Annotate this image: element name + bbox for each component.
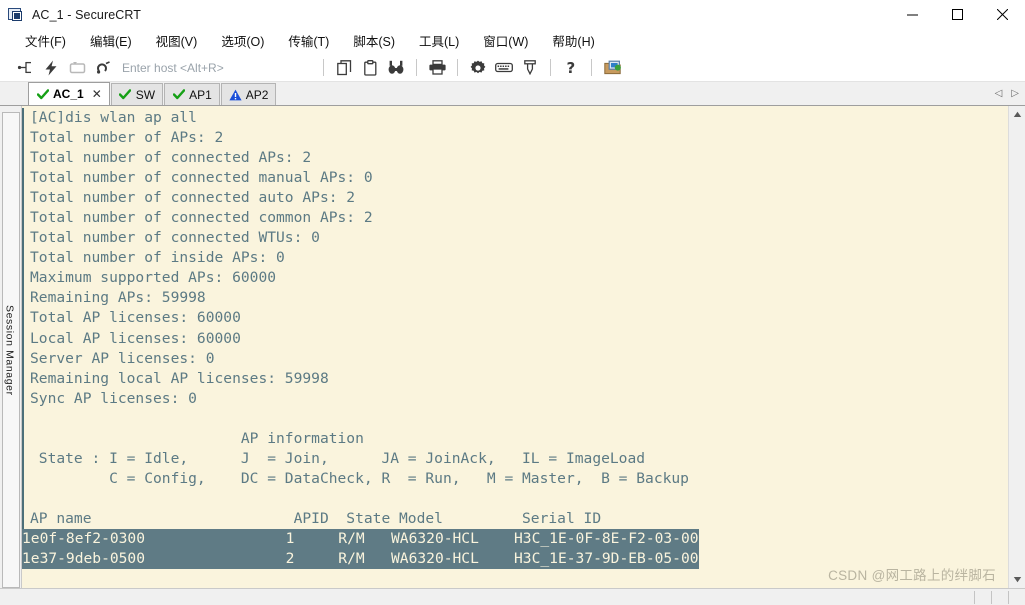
tab-label: SW: [135, 87, 156, 102]
terminal-line: State : I = Idle, J = Join, JA = JoinAck…: [22, 448, 1008, 469]
check-icon: [172, 89, 185, 101]
quick-connect-icon[interactable]: [38, 55, 64, 81]
main-area: Session Manager [AC]dis wlan ap all Total…: [0, 106, 1025, 588]
terminal-line: Total AP licenses: 60000: [22, 308, 1008, 329]
menu-item-options[interactable]: 选项(O): [212, 32, 273, 52]
host-input[interactable]: Enter host <Alt+R>: [122, 58, 312, 78]
terminal-line: Local AP licenses: 60000: [22, 328, 1008, 349]
status-cell-1: [0, 589, 16, 605]
tab-bar: AC_1 ✕ SW AP1 AP2 ◁ ▷: [0, 82, 1025, 106]
tab-scroll-controls: ◁ ▷: [995, 83, 1025, 105]
menu-item-window[interactable]: 窗口(W): [474, 32, 537, 52]
toolbar-divider-2: [416, 59, 417, 76]
status-cell-4: [1009, 589, 1025, 605]
window-controls: [890, 0, 1025, 30]
session-manager-rail: Session Manager: [0, 106, 22, 588]
terminal-line: Total number of connected APs: 2: [22, 148, 1008, 169]
close-icon[interactable]: ✕: [92, 88, 102, 100]
menu-bar: 文件(F) 编辑(E) 视图(V) 选项(O) 传输(T) 脚本(S) 工具(L…: [0, 30, 1025, 54]
menu-item-script[interactable]: 脚本(S): [344, 32, 404, 52]
print-icon[interactable]: [424, 55, 450, 81]
session-manager-icon[interactable]: [599, 55, 625, 81]
toolbar-divider-4: [550, 59, 551, 76]
menu-item-file[interactable]: 文件(F): [16, 32, 75, 52]
terminal-line: Total number of inside APs: 0: [22, 248, 1008, 269]
terminal-line: Maximum supported APs: 60000: [22, 268, 1008, 289]
status-bar: [0, 588, 1025, 605]
terminal-table-header: AP name APID State Model Serial ID: [22, 508, 1008, 530]
menu-item-transfer[interactable]: 传输(T): [279, 32, 338, 52]
tab-ap2[interactable]: AP2: [220, 83, 277, 105]
terminal-line: AP information: [22, 428, 1008, 449]
terminal-line: Total number of connected common APs: 2: [22, 208, 1008, 229]
scroll-up-icon[interactable]: [1009, 106, 1025, 123]
menu-item-edit[interactable]: 编辑(E): [81, 32, 141, 52]
toolbar-divider-3: [457, 59, 458, 76]
securecrt-app-icon: [8, 7, 24, 23]
help-icon[interactable]: ?: [558, 55, 584, 81]
terminal-line: C = Config, DC = DataCheck, R = Run, M =…: [22, 468, 1008, 489]
check-icon: [119, 89, 132, 101]
tab-scroll-left-icon[interactable]: ◁: [995, 89, 1003, 99]
toolbar-divider-1: [323, 59, 324, 76]
terminal-output[interactable]: [AC]dis wlan ap all Total number of APs: …: [22, 106, 1008, 588]
warning-triangle-icon: [229, 89, 242, 101]
watermark: CSDN @网工路上的绊脚石: [828, 568, 996, 583]
toolbar: Enter host <Alt+R> ?: [0, 54, 1025, 82]
terminal-line: Total number of connected WTUs: 0: [22, 228, 1008, 249]
title-bar: AC_1 - SecureCRT: [0, 0, 1025, 30]
terminal-line: Remaining local AP licenses: 59998: [22, 368, 1008, 389]
svg-text:?: ?: [566, 60, 575, 76]
reconnect-icon[interactable]: [64, 55, 90, 81]
find-icon[interactable]: [383, 55, 409, 81]
disconnect-icon[interactable]: [90, 55, 116, 81]
minimize-icon[interactable]: [890, 0, 935, 30]
check-icon: [36, 88, 49, 100]
menu-item-view[interactable]: 视图(V): [147, 32, 207, 52]
copy-icon[interactable]: [331, 55, 357, 81]
menu-item-help[interactable]: 帮助(H): [543, 32, 603, 52]
terminal-line: [22, 488, 1008, 509]
securecrt-window: AC_1 - SecureCRT 文件(F) 编辑(E) 视图(V) 选项(O)…: [0, 0, 1025, 605]
terminal-line: [22, 408, 1008, 429]
terminal-line: Remaining APs: 59998: [22, 288, 1008, 309]
tab-sw[interactable]: SW: [110, 83, 164, 105]
selected-text: 1e37-9deb-0500 2 R/M WA6320-HCL H3C_1E-3…: [22, 549, 699, 570]
terminal-line: Total number of APs: 2: [22, 128, 1008, 149]
terminal-container: [AC]dis wlan ap all Total number of APs: …: [22, 106, 1008, 588]
filter-icon[interactable]: [517, 55, 543, 81]
terminal-line: Total number of connected auto APs: 2: [22, 188, 1008, 209]
paste-icon[interactable]: [357, 55, 383, 81]
scrollbar-track[interactable]: [1009, 123, 1025, 571]
tab-ap1[interactable]: AP1: [164, 83, 220, 105]
settings-icon[interactable]: [465, 55, 491, 81]
status-cell-3: [992, 589, 1008, 605]
keymap-icon[interactable]: [491, 55, 517, 81]
tab-ac-1[interactable]: AC_1 ✕: [28, 82, 110, 105]
scroll-down-icon[interactable]: [1009, 571, 1025, 588]
maximize-icon[interactable]: [935, 0, 980, 30]
tab-scroll-right-icon[interactable]: ▷: [1011, 89, 1019, 99]
close-icon[interactable]: [980, 0, 1025, 30]
session-manager-tab[interactable]: Session Manager: [1, 112, 20, 588]
terminal-line: [AC]dis wlan ap all: [22, 108, 1008, 129]
menu-item-tools[interactable]: 工具(L): [410, 32, 468, 52]
tab-label: AP1: [189, 87, 212, 102]
new-session-icon[interactable]: [12, 55, 38, 81]
terminal-table-row: 1e0f-8ef2-0300 1 R/M WA6320-HCL H3C_1E-0…: [22, 528, 1008, 550]
status-cell-2: [975, 589, 991, 605]
terminal-line: Server AP licenses: 0: [22, 348, 1008, 369]
terminal-line: Sync AP licenses: 0: [22, 388, 1008, 409]
vertical-scrollbar[interactable]: [1008, 106, 1025, 588]
tab-label: AP2: [245, 87, 269, 102]
selected-text: 1e0f-8ef2-0300 1 R/M WA6320-HCL H3C_1E-0…: [22, 528, 699, 550]
toolbar-divider-5: [591, 59, 592, 76]
window-title: AC_1 - SecureCRT: [32, 7, 142, 22]
tab-label: AC_1: [53, 87, 84, 101]
terminal-line: Total number of connected manual APs: 0: [22, 168, 1008, 189]
